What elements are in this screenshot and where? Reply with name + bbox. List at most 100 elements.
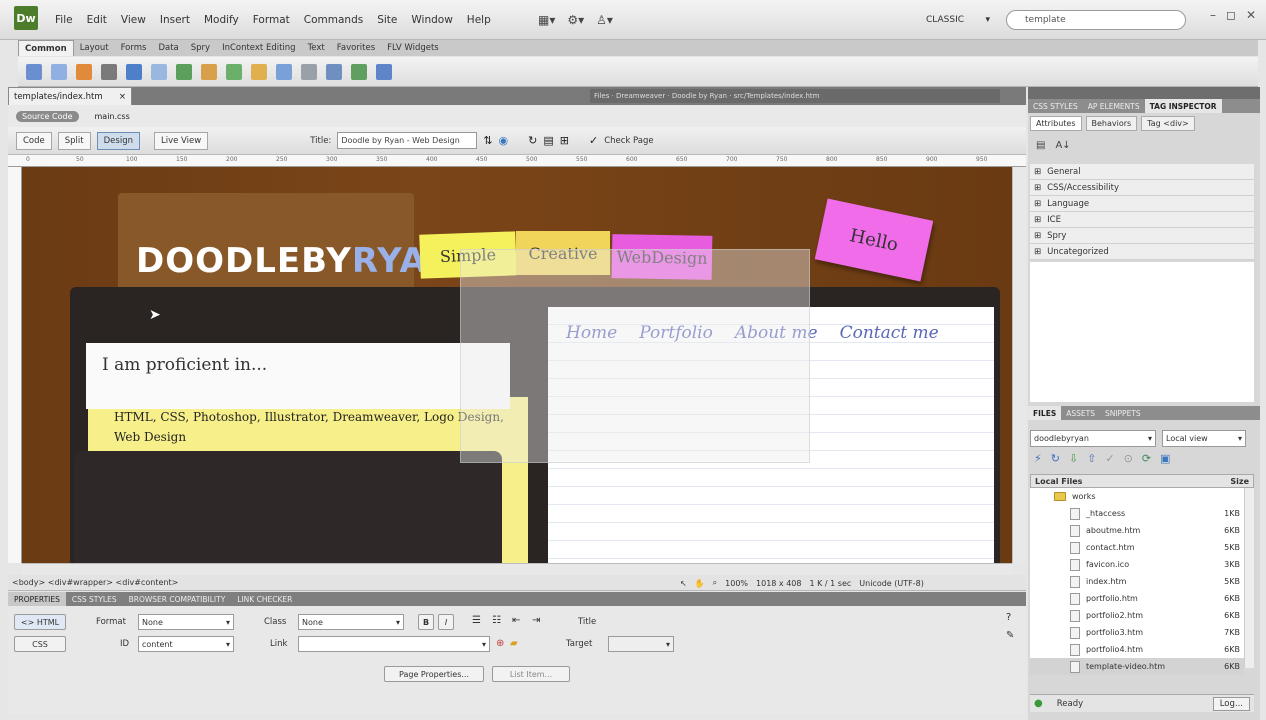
list-item[interactable]: works bbox=[1030, 488, 1244, 505]
nav-contact[interactable]: Contact me bbox=[840, 323, 939, 343]
menu-insert[interactable]: Insert bbox=[153, 0, 197, 40]
canvas-scrollbar-horizontal[interactable] bbox=[22, 563, 1012, 575]
menu-view[interactable]: View bbox=[114, 0, 153, 40]
quick-tag-icon[interactable]: ✎ bbox=[1006, 630, 1014, 641]
file-management-icon[interactable]: ⇅ bbox=[483, 134, 492, 147]
files-scrollbar[interactable] bbox=[1244, 488, 1254, 668]
insert-tab-spry[interactable]: Spry bbox=[185, 40, 216, 56]
date-icon[interactable] bbox=[226, 63, 242, 80]
tab-tag-inspector[interactable]: TAG INSPECTOR bbox=[1144, 99, 1222, 113]
bold-button[interactable]: B bbox=[418, 614, 434, 630]
tab-assets[interactable]: ASSETS bbox=[1061, 406, 1100, 420]
target-select[interactable]: ▾ bbox=[608, 636, 674, 652]
image-icon[interactable] bbox=[176, 63, 192, 80]
insert-tab-forms[interactable]: Forms bbox=[115, 40, 153, 56]
comment-icon[interactable] bbox=[276, 63, 292, 80]
tab-link-checker[interactable]: LINK CHECKER bbox=[231, 592, 298, 606]
list-item[interactable]: portfolio2.htm 6KB bbox=[1030, 607, 1244, 624]
indent-icon[interactable]: ⇥ bbox=[532, 615, 540, 626]
insert-tab-incontext[interactable]: InContext Editing bbox=[216, 40, 302, 56]
insert-tab-text[interactable]: Text bbox=[302, 40, 331, 56]
validate-icon[interactable]: ✓ bbox=[589, 134, 598, 147]
layout-icon[interactable]: ▦▾ bbox=[538, 13, 555, 27]
div-icon[interactable] bbox=[151, 63, 167, 80]
close-icon[interactable]: ✕ bbox=[1246, 8, 1256, 22]
tab-css-styles-panel[interactable]: CSS STYLES bbox=[1028, 99, 1083, 113]
tab-files[interactable]: FILES bbox=[1028, 406, 1062, 420]
check-out-icon[interactable]: ✓ bbox=[1105, 452, 1114, 465]
view-options-icon[interactable]: ▤ bbox=[543, 134, 553, 147]
list-item[interactable]: aboutme.htm 6KB bbox=[1030, 522, 1244, 539]
subtab-attributes[interactable]: Attributes bbox=[1030, 116, 1082, 131]
related-source-code[interactable]: Source Code bbox=[16, 110, 79, 122]
menu-commands[interactable]: Commands bbox=[297, 0, 370, 40]
tag-selector[interactable]: <body> <div#wrapper> <div#content> bbox=[12, 578, 178, 587]
list-item[interactable]: portfolio3.htm 7KB bbox=[1030, 624, 1244, 641]
italic-button[interactable]: I bbox=[438, 614, 454, 630]
header-name[interactable]: Local Files bbox=[1035, 477, 1082, 486]
site-select[interactable]: doodlebyryan ▾ bbox=[1030, 430, 1156, 447]
link-input[interactable]: ▾ bbox=[298, 636, 490, 652]
preview-browser-icon[interactable]: ◉ bbox=[499, 134, 509, 147]
synchronize-icon[interactable]: ⟳ bbox=[1142, 452, 1151, 465]
menu-file[interactable]: File bbox=[48, 0, 80, 40]
code-view-button[interactable]: Code bbox=[16, 131, 52, 150]
head-icon[interactable] bbox=[301, 63, 317, 80]
list-item[interactable]: _htaccess 1KB bbox=[1030, 505, 1244, 522]
select-tool-icon[interactable]: ↖ bbox=[680, 579, 687, 588]
tab-properties[interactable]: PROPERTIES bbox=[8, 592, 66, 606]
check-page-button[interactable]: Check Page bbox=[604, 136, 653, 146]
browse-folder-icon[interactable]: ▰ bbox=[510, 638, 518, 649]
category-spry[interactable]: ⊞ Spry bbox=[1030, 228, 1254, 244]
menu-help[interactable]: Help bbox=[460, 0, 498, 40]
insert-tab-flv[interactable]: FLV Widgets bbox=[381, 40, 445, 56]
design-view-button[interactable]: Design bbox=[96, 131, 140, 150]
zoom-tool-icon[interactable]: ⌕ bbox=[713, 578, 717, 588]
tab-ap-elements[interactable]: AP ELEMENTS bbox=[1083, 99, 1145, 113]
category-ice[interactable]: ⊞ ICE bbox=[1030, 212, 1254, 228]
connect-icon[interactable]: ⚡ bbox=[1034, 452, 1042, 465]
site-icon[interactable]: ♙▾ bbox=[596, 13, 613, 27]
menu-format[interactable]: Format bbox=[246, 0, 297, 40]
close-tab-icon[interactable]: × bbox=[119, 92, 126, 102]
list-item[interactable]: portfolio.htm 6KB bbox=[1030, 590, 1244, 607]
menu-window[interactable]: Window bbox=[404, 0, 459, 40]
help-icon[interactable]: ? bbox=[1006, 612, 1011, 623]
format-select[interactable]: None ▾ bbox=[138, 614, 234, 630]
visual-aids-icon[interactable]: ⊞ bbox=[560, 134, 569, 147]
menu-site[interactable]: Site bbox=[370, 0, 404, 40]
html-mode-button[interactable]: <> HTML bbox=[14, 614, 66, 630]
server-include-icon[interactable] bbox=[251, 63, 267, 80]
category-uncategorized[interactable]: ⊞ Uncategorized bbox=[1030, 244, 1254, 260]
document-tab[interactable]: templates/index.htm × bbox=[8, 87, 132, 105]
check-in-icon[interactable]: ⊙ bbox=[1124, 452, 1133, 465]
maximize-icon[interactable]: ◻ bbox=[1226, 8, 1236, 22]
log-button[interactable]: Log... bbox=[1212, 696, 1250, 711]
list-item[interactable]: contact.htm 5KB bbox=[1030, 539, 1244, 556]
refresh-files-icon[interactable]: ↻ bbox=[1051, 452, 1060, 465]
horizontal-rule-icon[interactable] bbox=[101, 63, 117, 80]
subtab-behaviors[interactable]: Behaviors bbox=[1085, 116, 1138, 131]
ordered-list-icon[interactable]: ☷ bbox=[492, 615, 501, 626]
tab-browser-compat[interactable]: BROWSER COMPATIBILITY bbox=[123, 592, 232, 606]
tab-snippets[interactable]: SNIPPETS bbox=[1100, 406, 1146, 420]
alpha-sort-icon[interactable]: A↓ bbox=[1055, 140, 1070, 151]
list-item[interactable]: template-video.htm 6KB bbox=[1030, 658, 1244, 675]
media-icon[interactable] bbox=[201, 63, 217, 80]
refresh-icon[interactable]: ↻ bbox=[528, 134, 537, 147]
related-main-css[interactable]: main.css bbox=[89, 111, 136, 122]
outdent-icon[interactable]: ⇤ bbox=[512, 615, 520, 626]
unordered-list-icon[interactable]: ☰ bbox=[472, 615, 481, 626]
point-to-file-icon[interactable]: ⊕ bbox=[496, 638, 504, 649]
email-link-icon[interactable] bbox=[51, 63, 67, 80]
tab-css-styles[interactable]: CSS STYLES bbox=[66, 592, 123, 606]
get-files-icon[interactable]: ⇩ bbox=[1069, 452, 1078, 465]
css-mode-button[interactable]: CSS bbox=[14, 636, 66, 652]
split-view-button[interactable]: Split bbox=[57, 131, 91, 150]
expand-panel-icon[interactable]: ▣ bbox=[1160, 452, 1170, 465]
page-properties-button[interactable]: Page Properties... bbox=[384, 666, 484, 682]
category-general[interactable]: ⊞ General bbox=[1030, 164, 1254, 180]
category-view-icon[interactable]: ▤ bbox=[1036, 140, 1045, 151]
hand-tool-icon[interactable]: ✋ bbox=[695, 579, 705, 588]
zoom-level[interactable]: 100% bbox=[725, 579, 748, 588]
